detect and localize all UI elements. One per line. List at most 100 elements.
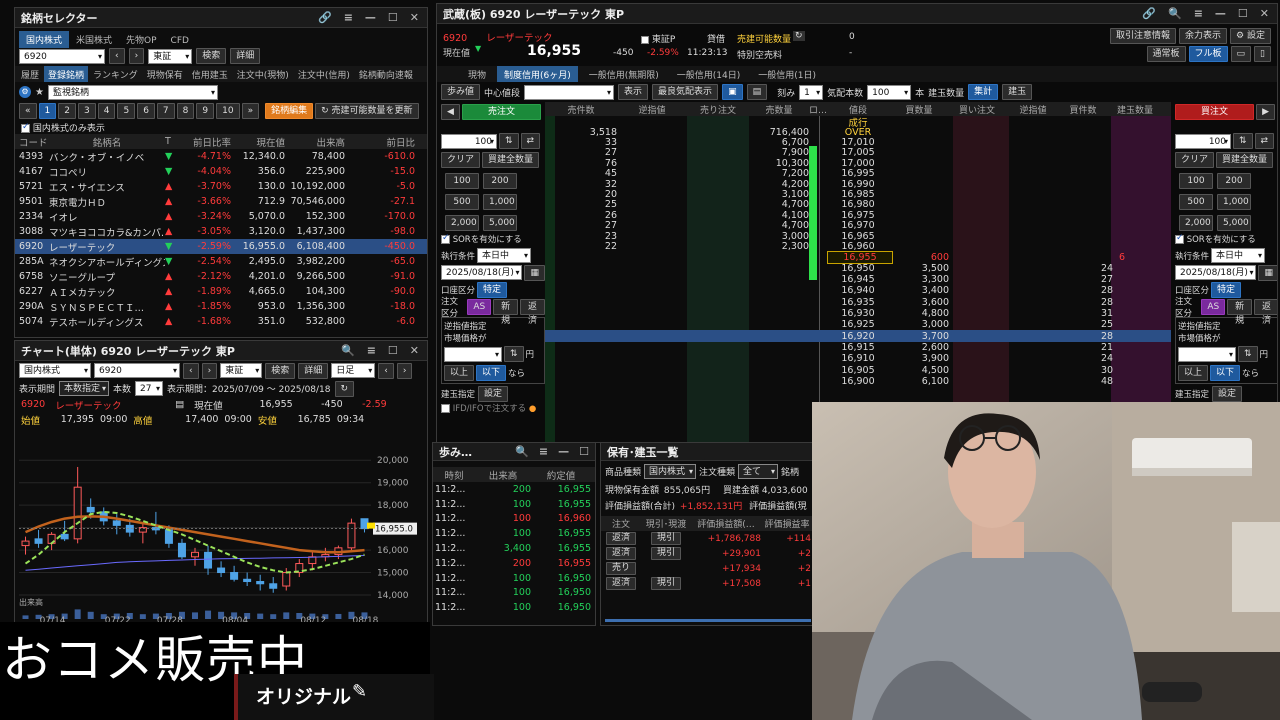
stop-stepper-icon[interactable]: ⇅ (504, 346, 524, 362)
count-input[interactable]: 27 (135, 381, 164, 396)
holding-row[interactable]: 返済 現引 +1,786,788 +114 (601, 531, 813, 546)
qty-clear-icon[interactable]: ⇄ (520, 133, 541, 149)
col-code[interactable]: コード (19, 135, 49, 149)
holdings-scrollbar[interactable] (605, 619, 811, 622)
stop-price-input[interactable] (444, 346, 502, 362)
checkbox-icon[interactable] (21, 122, 30, 133)
subtab-ranking[interactable]: ランキング (89, 66, 142, 82)
bid-row[interactable]: 16,910 3,900 24 (545, 353, 1171, 364)
ask-row[interactable]: 32 4,200 16,990 (545, 179, 1171, 190)
margin-display-button[interactable]: 余力表示 (1179, 28, 1228, 44)
subtab-margin-pos[interactable]: 信用建玉 (188, 66, 232, 82)
page-1[interactable]: 1 (38, 103, 57, 119)
layout-icon[interactable]: ▭ (1230, 46, 1252, 62)
ask-row[interactable]: 26 4,100 16,975 (545, 210, 1171, 221)
quote-count-select[interactable]: 100 (867, 84, 912, 100)
domestic-only-check[interactable]: 国内株式のみ表示 (15, 120, 427, 134)
view-toggle-icon[interactable]: ▣ (722, 84, 743, 100)
exchange-select[interactable]: 東証 (220, 363, 263, 378)
edit-list-button[interactable]: 銘柄編集 (265, 103, 314, 119)
qty-preset-button[interactable]: 5,000 (1217, 214, 1251, 231)
page-last-icon[interactable]: » (241, 103, 260, 119)
action-button[interactable]: 返済 (605, 532, 636, 545)
bid-row[interactable]: 16,935 3,600 28 (545, 297, 1171, 308)
position-button[interactable]: 建玉 (1002, 84, 1033, 100)
link-icon[interactable]: 🔗 (318, 11, 332, 24)
ask-row[interactable]: 33 6,700 17,010 (545, 137, 1171, 148)
candlestick-chart[interactable]: 20,00019,00018,00017,00016,00015,00014,0… (15, 447, 427, 625)
col-price[interactable]: 現在値 (231, 135, 285, 149)
position-set-button[interactable]: 設定 (478, 386, 509, 402)
calendar-icon[interactable]: ▦ (524, 264, 545, 281)
page-8[interactable]: 8 (176, 103, 195, 119)
delivery-button[interactable]: 現引 (650, 577, 681, 590)
refresh-icon[interactable]: ↻ (334, 380, 355, 397)
page-5[interactable]: 5 (117, 103, 136, 119)
page-9[interactable]: 9 (196, 103, 215, 119)
ask-row[interactable]: 76 10,300 17,000 (545, 158, 1171, 169)
qty-preset-button[interactable]: 500 (445, 193, 479, 210)
action-button[interactable]: 返済 (605, 547, 636, 560)
order-qty-input[interactable]: 100 (441, 133, 497, 149)
type-select[interactable]: 全て (738, 464, 779, 479)
table-row[interactable]: 2334 イオレ ▲ -3.24% 5,070.0 152,300 -170.0 (15, 209, 427, 224)
as-button[interactable]: AS (467, 298, 492, 315)
settings-button[interactable]: ⚙ 設定 (1230, 28, 1271, 44)
position-set-button[interactable]: 設定 (1212, 386, 1243, 402)
market-type-select[interactable]: 国内株式 (19, 363, 91, 378)
tab-domestic[interactable]: 国内株式 (19, 31, 70, 48)
qty-preset-button[interactable]: 100 (1179, 172, 1213, 189)
acct-button[interactable]: 特定 (477, 281, 508, 298)
view-toggle2-icon[interactable]: ▤ (746, 84, 768, 100)
ask-row[interactable]: 27 7,900 17,005 (545, 147, 1171, 158)
ask-row[interactable]: 成行 (545, 116, 1171, 129)
as-button[interactable]: AS (1201, 298, 1226, 315)
menu-icon[interactable]: ≡ (539, 445, 548, 458)
refresh-icon[interactable]: ↻ (793, 31, 805, 41)
caution-info-button[interactable]: 取引注意情報 (1110, 28, 1177, 44)
ask-row[interactable]: 23 3,000 16,965 (545, 231, 1171, 242)
page-3[interactable]: 3 (77, 103, 96, 119)
ask-row[interactable]: 20 3,100 16,985 (545, 189, 1171, 200)
detail-button[interactable]: 詳細 (230, 48, 261, 64)
collapse-left-icon[interactable]: ◀ (441, 104, 460, 120)
holding-row[interactable]: 返済 現引 +17,508 +1 (601, 576, 813, 591)
tab-general-1d[interactable]: 一般信用(1日) (751, 66, 823, 82)
ask-row[interactable]: 3,518 716,400 OVER (545, 127, 1171, 138)
cond-select[interactable]: 本日中 (1211, 248, 1266, 263)
qty-stepper-icon[interactable]: ⇅ (499, 133, 519, 149)
menu-icon[interactable]: ≡ (367, 344, 376, 357)
new-button[interactable]: 新規 (493, 298, 519, 326)
col-volume[interactable]: 出来高 (285, 135, 345, 149)
qty-preset-button[interactable]: 500 (1179, 193, 1213, 210)
maximize-icon[interactable]: ☐ (579, 445, 589, 458)
normal-board-button[interactable]: 通常板 (1146, 46, 1186, 62)
center-price-input[interactable] (524, 84, 615, 100)
show-button[interactable]: 表示 (618, 84, 649, 100)
chart-code-input[interactable]: 6920 (94, 363, 180, 378)
period-mode-select[interactable]: 本数指定 (59, 381, 110, 396)
minimize-icon[interactable]: — (558, 445, 569, 458)
next-button[interactable]: › (128, 48, 145, 64)
page-4[interactable]: 4 (97, 103, 116, 119)
bid-row[interactable]: 16,945 3,300 27 (545, 274, 1171, 285)
new-button[interactable]: 新規 (1227, 298, 1253, 326)
code-input[interactable]: 6920 (19, 48, 105, 64)
page-6[interactable]: 6 (137, 103, 155, 119)
collapse-right-icon[interactable]: ▶ (1256, 104, 1275, 120)
buy-order-button[interactable]: 買注文 (1175, 104, 1255, 120)
table-row[interactable]: 4393 バンク・オブ・イノベ ▼ -4.71% 12,340.0 78,400 -610.… (15, 149, 427, 164)
below-button[interactable]: 以下 (476, 365, 507, 381)
col-t[interactable]: T (165, 136, 181, 147)
table-row[interactable]: 6920 レーザーテック ▼ -2.59% 16,955.0 6,108,400 -450.… (15, 239, 427, 254)
qty-clear-icon[interactable]: ⇄ (1254, 133, 1275, 149)
table-row[interactable]: 5721 エス・サイエンス ▲ -3.70% 130.0 10,192,000 -5.0 (15, 179, 427, 194)
subtab-order-cash[interactable]: 注文中(現物) (233, 66, 293, 82)
bid-row[interactable]: 16,925 3,000 25 (545, 319, 1171, 330)
kind-select[interactable]: 国内株式 (644, 464, 697, 479)
tab-us[interactable]: 米国株式 (69, 31, 119, 48)
page-2[interactable]: 2 (58, 103, 76, 119)
search-icon[interactable]: 🔍 (1168, 7, 1182, 20)
close-icon[interactable]: ✕ (410, 344, 419, 357)
all-qty-button[interactable]: 買建全数量 (482, 152, 540, 168)
